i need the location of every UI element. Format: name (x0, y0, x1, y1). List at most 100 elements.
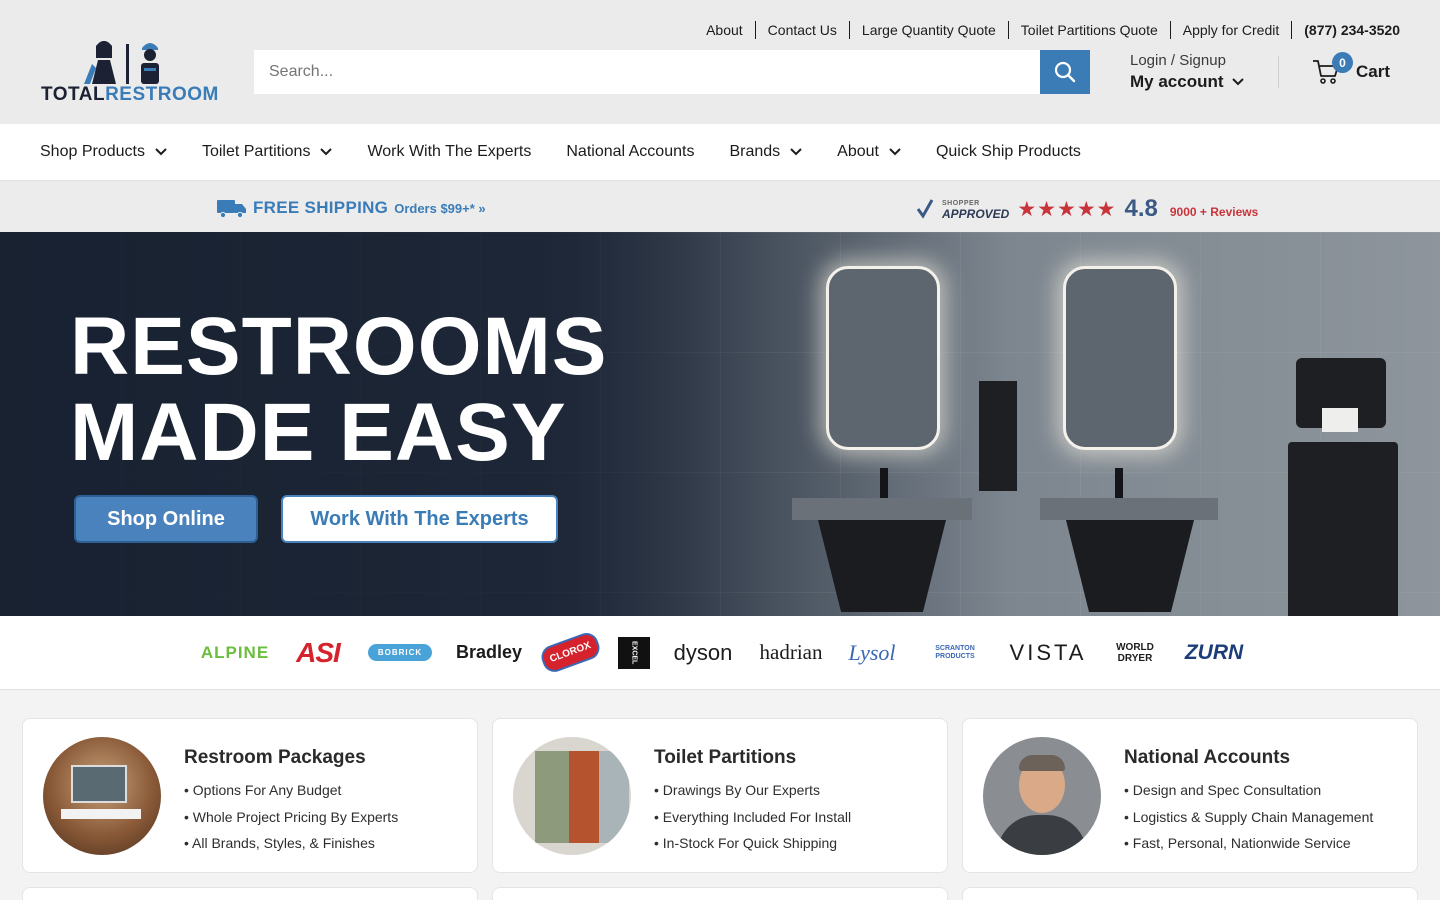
nav-item-shop-products[interactable]: Shop Products (40, 143, 167, 161)
my-account-dropdown[interactable]: My account (1130, 72, 1244, 92)
card-title: National Accounts (1124, 747, 1291, 768)
card-partial (22, 887, 478, 900)
brand-logo-lysol[interactable]: Lysol (847, 636, 897, 670)
chevron-down-icon (790, 148, 802, 156)
rating-stars: ★★★★★ (1017, 197, 1117, 221)
nav-item-about[interactable]: About (837, 143, 901, 161)
top-links: About Contact Us Large Quantity Quote To… (694, 21, 1400, 39)
logo-figures-icon (84, 41, 159, 84)
free-shipping-threshold: Orders $99+* » (394, 200, 486, 216)
brand-logo-bobrick[interactable]: BOBRICK (365, 636, 435, 670)
top-link-about[interactable]: About (694, 21, 755, 39)
list-item: • Logistics & Supply Chain Management (1124, 808, 1374, 825)
restroom-packages-image (43, 737, 161, 855)
promo-bar: FREE SHIPPING Orders $99+* » SHOPPER APP… (0, 181, 1440, 232)
list-item: • Whole Project Pricing By Experts (184, 808, 399, 825)
card-partial (492, 887, 948, 900)
chevron-down-icon (320, 148, 333, 156)
login-signup-link[interactable]: Login / Signup (1130, 52, 1244, 69)
list-item: • In-Stock For Quick Shipping (654, 835, 838, 851)
free-shipping-banner[interactable]: FREE SHIPPING Orders $99+* » (217, 198, 486, 218)
cart-icon: 0 (1312, 52, 1353, 86)
brand-logo-bradley[interactable]: Bradley (455, 636, 523, 670)
card-toilet-partitions[interactable]: Toilet Partitions • Drawings By Our Expe… (492, 718, 948, 873)
site-logo[interactable]: TOTALRESTROOM (40, 38, 218, 106)
top-link-contact[interactable]: Contact Us (754, 21, 849, 39)
nav-item-label: Quick Ship Products (935, 143, 1081, 160)
list-item: • Options For Any Budget (184, 782, 342, 798)
list-item: • Fast, Personal, Nationwide Service (1124, 835, 1351, 851)
card-feature-list: • Drawings By Our Experts • Everything I… (654, 777, 851, 857)
hero-banner: RESTROOMS MADE EASY Shop Online Work Wit… (0, 232, 1440, 616)
nav-item-label: Work With The Experts (367, 143, 532, 160)
nav-item-work-with-the-experts[interactable]: Work With The Experts (367, 143, 531, 161)
brand-logos-strip: ALPINE ASI BOBRICK Bradley CLOROX EXCEL … (0, 616, 1440, 690)
chevron-down-icon (155, 148, 167, 156)
brand-logo-clorox[interactable]: CLOROX (537, 629, 603, 676)
nav-item-label: National Accounts (566, 143, 695, 160)
cart-label: Cart (1356, 62, 1391, 81)
chevron-down-icon (889, 148, 901, 156)
chevron-down-icon (1231, 78, 1244, 86)
top-link-large-quantity-quote[interactable]: Large Quantity Quote (848, 21, 1008, 39)
list-item: • Everything Included For Install (654, 808, 852, 825)
nav-item-label: About (837, 143, 879, 160)
brand-logo-asi[interactable]: ASI (291, 636, 345, 670)
account-menu[interactable]: Login / Signup My account (1130, 52, 1244, 92)
nav-item-quick-ship-products[interactable]: Quick Ship Products (936, 143, 1081, 161)
brand-logo-world-dryer[interactable]: WORLD DRYER (1103, 636, 1167, 670)
brand-logo-zurn[interactable]: ZURN (1185, 636, 1243, 670)
top-link-phone[interactable]: (877) 234-3520 (1291, 21, 1400, 39)
top-link-apply-credit[interactable]: Apply for Credit (1169, 21, 1291, 39)
nav-item-national-accounts[interactable]: National Accounts (566, 143, 694, 161)
cart-count-badge: 0 (1332, 52, 1353, 73)
national-accounts-portrait-image (983, 737, 1101, 855)
shopper-approved-rating[interactable]: SHOPPER APPROVED ★★★★★ 4.8 9000 + Review… (916, 195, 1258, 223)
card-title: Toilet Partitions (654, 747, 797, 768)
card-feature-list: • Options For Any Budget • Whole Project… (184, 777, 398, 857)
list-item: • All Brands, Styles, & Finishes (184, 835, 375, 851)
brand-logo-excel[interactable]: EXCEL (617, 636, 651, 670)
card-title: Restroom Packages (184, 747, 366, 768)
header-divider (1278, 56, 1279, 88)
hero-waste-bin (1288, 442, 1398, 616)
card-feature-list: • Design and Spec Consultation • Logisti… (1124, 777, 1373, 857)
list-item: • Design and Spec Consultation (1124, 782, 1322, 798)
card-national-accounts[interactable]: National Accounts • Design and Spec Cons… (962, 718, 1418, 873)
logo-text-total: TOTAL (41, 84, 106, 105)
search-input[interactable] (254, 50, 1040, 94)
truck-icon (217, 200, 246, 218)
nav-item-label: Brands (729, 143, 781, 160)
rating-value: 4.8 (1124, 195, 1158, 222)
work-with-experts-button[interactable]: Work With The Experts (281, 495, 558, 543)
shop-online-button[interactable]: Shop Online (74, 495, 258, 543)
brand-logo-scranton[interactable]: SCRANTON PRODUCTS (917, 636, 993, 670)
shopper-approved-check-icon (916, 199, 934, 219)
card-partial (962, 887, 1418, 900)
logo-text-restroom: RESTROOM (105, 84, 219, 105)
nav-item-label: Toilet Partitions (201, 143, 311, 160)
hero-mirror-right (1063, 266, 1177, 450)
brand-logo-dyson[interactable]: dyson (671, 636, 735, 670)
cart-button[interactable]: 0 Cart (1312, 52, 1391, 86)
search-button[interactable] (1040, 50, 1090, 94)
site-header: About Contact Us Large Quantity Quote To… (0, 0, 1440, 124)
hero-soap-dispenser (979, 381, 1017, 491)
nav-item-brands[interactable]: Brands (729, 143, 802, 161)
hero-title: RESTROOMS MADE EASY (70, 301, 608, 478)
search-bar (254, 50, 1090, 94)
top-link-partitions-quote[interactable]: Toilet Partitions Quote (1007, 21, 1170, 39)
main-nav: Shop Products Toilet Partitions Work With … (0, 124, 1440, 181)
card-restroom-packages[interactable]: Restroom Packages • Options For Any Budg… (22, 718, 478, 873)
free-shipping-text: FREE SHIPPING (253, 198, 389, 217)
nav-item-label: Shop Products (40, 143, 145, 160)
nav-item-toilet-partitions[interactable]: Toilet Partitions (202, 143, 333, 161)
brand-logo-hadrian[interactable]: hadrian (755, 636, 827, 670)
search-icon (1054, 61, 1076, 83)
brand-logo-alpine[interactable]: ALPINE (199, 636, 271, 670)
my-account-label: My account (1130, 72, 1224, 91)
list-item: • Drawings By Our Experts (654, 782, 820, 798)
toilet-partitions-image (513, 737, 631, 855)
brand-logo-vista[interactable]: VISTA (1010, 636, 1084, 670)
hero-mirror-left (826, 266, 940, 450)
